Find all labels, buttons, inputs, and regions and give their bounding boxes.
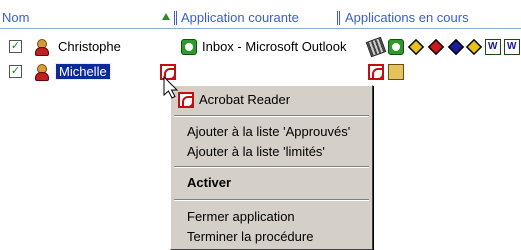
user-name: Michelle (55, 63, 111, 80)
column-name-header[interactable]: Nom (2, 10, 29, 26)
sort-ascending-icon (162, 13, 170, 20)
column-running-apps-header[interactable]: Applications en cours (345, 10, 469, 26)
folder-icon[interactable] (388, 64, 404, 80)
column-separator[interactable] (174, 11, 175, 25)
column-separator[interactable] (176, 11, 177, 25)
menu-item-add-limited[interactable]: Ajouter à la liste 'limités' (171, 142, 372, 162)
menu-item-add-approved[interactable]: Ajouter à la liste 'Approuvés' (171, 122, 372, 142)
column-current-app-header[interactable]: Application courante (181, 10, 299, 26)
table-row[interactable]: ✓ Christophe Inbox - Microsoft Outlook (0, 36, 521, 61)
column-separator[interactable] (339, 11, 340, 25)
column-header: Nom Application courante Applications en… (0, 0, 521, 30)
context-menu: Acrobat Reader Ajouter à la liste 'Appro… (170, 85, 373, 250)
user-icon (34, 39, 49, 56)
menu-separator (174, 166, 369, 168)
row-checkbox[interactable]: ✓ (9, 40, 22, 53)
film-icon[interactable] (365, 36, 387, 58)
column-separator[interactable] (337, 11, 338, 25)
running-apps-list (368, 64, 408, 82)
word-document-icon[interactable] (485, 39, 501, 55)
diamond-icon[interactable] (465, 38, 483, 56)
help-diamond-icon[interactable] (427, 38, 445, 56)
user-name: Christophe (58, 39, 121, 54)
current-app-name: Inbox - Microsoft Outlook (202, 39, 347, 54)
running-apps-list (365, 36, 521, 58)
row-checkbox[interactable]: ✓ (9, 65, 22, 78)
menu-item-end-process[interactable]: Terminer la procédure (171, 227, 372, 247)
diamond-icon[interactable] (447, 38, 465, 56)
menu-item-close-app[interactable]: Fermer application (171, 207, 372, 227)
acrobat-icon[interactable] (368, 64, 384, 80)
user-icon (34, 64, 49, 81)
menu-separator (174, 199, 369, 201)
word-document-icon[interactable] (504, 39, 520, 55)
menu-item-activate[interactable]: Activer (171, 173, 372, 193)
header-divider (0, 28, 521, 29)
menu-item-acrobat-reader[interactable]: Acrobat Reader (171, 90, 372, 110)
mouse-cursor-icon (163, 76, 179, 99)
table-row[interactable]: ✓ Michelle (0, 62, 521, 86)
outlook-icon (181, 39, 197, 55)
diamond-icon[interactable] (407, 38, 425, 56)
menu-separator (174, 115, 369, 117)
outlook-icon[interactable] (388, 39, 404, 55)
